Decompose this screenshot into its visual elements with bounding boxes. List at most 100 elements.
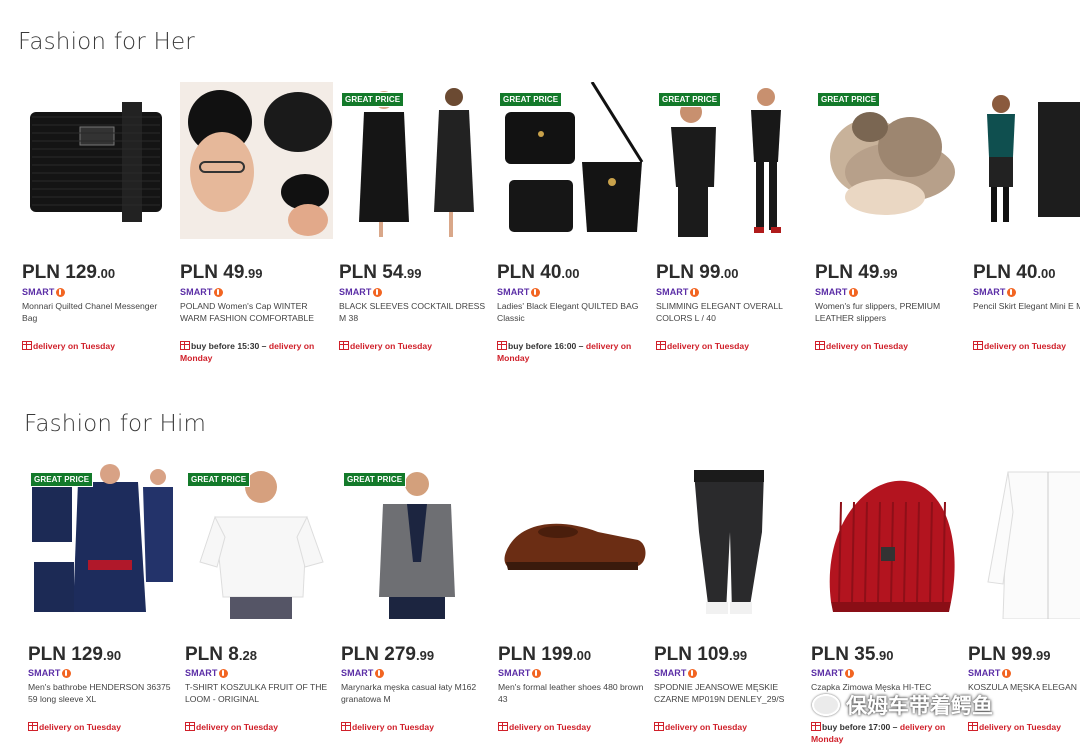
product-card[interactable]: PLN 199.00 SMART Men's formal leather shoe… [498,462,655,754]
smart-label: SMART [656,287,699,297]
delivery-info: delivery on Tuesday [498,721,648,733]
delivery-day: delivery on Tuesday [39,722,121,732]
gift-icon [180,341,190,350]
delivery-info: delivery on Tuesday [185,721,335,733]
price-currency: PLN [968,644,1012,665]
product-image[interactable] [180,82,333,239]
product-card[interactable]: GREAT PRICE PLN 129.90 SMART Men's bathrobe… [28,462,185,754]
smart-label: SMART [497,287,540,297]
product-price: PLN 49.99 [815,262,898,284]
product-card[interactable]: GREAT PRICE PLN 279.99 SMART Marynarka męsk… [341,462,498,754]
product-card[interactable]: GREAT PRICE PLN 8.28 SMART T-SHIRT KOSZULKA… [185,462,342,754]
smart-bolt-icon [372,287,382,297]
product-image[interactable] [973,82,1080,239]
smart-bolt-icon [844,668,854,678]
product-image[interactable] [498,462,651,619]
smart-bolt-icon [530,287,540,297]
product-image[interactable] [654,462,807,619]
price-currency: PLN [973,262,1017,283]
product-price: PLN 279.99 [341,644,434,666]
gift-icon [341,722,351,731]
product-card[interactable]: GREAT PRICE PLN 40.00 SMART Ladies' Black E… [497,82,654,382]
price-fraction: .99 [728,648,748,663]
price-integer: 199 [541,644,573,665]
product-card[interactable]: GREAT PRICE PLN 99.00 SMART SLIMMING ELEGAN… [656,82,813,382]
product-name-link[interactable]: SLIMMING ELEGANT OVERALL COLORS L / 40 [656,301,806,324]
price-currency: PLN [341,644,385,665]
product-name-link[interactable]: BLACK SLEEVES COCKTAIL DRESS M 38 [339,301,489,324]
smart-label: SMART [341,668,384,678]
smart-label: SMART [654,668,697,678]
delivery-day: delivery on Tuesday [33,341,115,351]
price-integer: 99 [1011,644,1033,665]
product-card[interactable]: GREAT PRICE PLN 54.99 SMART BLACK SLEEVES C… [339,82,496,382]
smart-bolt-icon [374,668,384,678]
product-name-link[interactable]: Women's fur slippers, PREMIUM LEATHER sl… [815,301,965,324]
delivery-info: delivery on Tuesday [656,340,806,352]
product-image[interactable] [811,462,964,619]
delivery-day: delivery on Tuesday [350,341,432,351]
product-name-link[interactable]: Men's formal leather shoes 480 brown 43 [498,682,648,705]
smart-label: SMART [968,668,1011,678]
delivery-cutoff: buy before 15:30 – [191,341,269,351]
smart-label: SMART [811,668,854,678]
price-fraction: .99 [415,648,435,663]
smart-text: SMART [22,287,55,297]
price-integer: 49 [223,262,245,283]
delivery-info: buy before 17:00 – delivery on Monday [811,721,961,745]
product-name-link[interactable]: Marynarka męska casual łaty M162 granato… [341,682,491,705]
product-card[interactable]: PLN 49.99 SMART POLAND Women's Cap WINTER … [180,82,337,382]
delivery-info: delivery on Tuesday [341,721,491,733]
smart-bolt-icon [1006,287,1016,297]
delivery-day: delivery on Tuesday [979,722,1061,732]
delivery-info: delivery on Tuesday [815,340,965,352]
delivery-info: delivery on Tuesday [968,721,1080,733]
product-name-link[interactable]: Ladies' Black Elegant QUILTED BAG Classi… [497,301,647,324]
delivery-day: delivery on Tuesday [509,722,591,732]
price-currency: PLN [811,644,855,665]
product-name-link[interactable]: Pencil Skirt Elegant Mini E MORAJ S [973,301,1080,313]
product-name-link[interactable]: POLAND Women's Cap WINTER WARM FASHION C… [180,301,330,324]
great-price-badge: GREAT PRICE [30,472,94,487]
price-currency: PLN [28,644,72,665]
delivery-info: buy before 16:00 – delivery on Monday [497,340,647,364]
gift-icon [973,341,983,350]
delivery-day: delivery on Tuesday [665,722,747,732]
product-name-link[interactable]: SPODNIE JEANSOWE MĘSKIE CZARNE MP019N DE… [654,682,804,705]
product-price: PLN 99.99 [968,644,1051,666]
price-fraction: .90 [875,648,894,663]
product-card[interactable]: PLN 109.99 SMART SPODNIE JEANSOWE MĘSKIE C… [654,462,811,754]
product-card[interactable]: PLN 129.00 SMART Monnari Quilted Chanel Me… [22,82,179,382]
delivery-info: buy before 15:30 – delivery on Monday [180,340,330,364]
smart-label: SMART [498,668,541,678]
product-name-link[interactable]: Men's bathrobe HENDERSON 36375 59 long s… [28,682,178,705]
wechat-icon [812,694,840,716]
gift-icon [28,722,38,731]
price-integer: 129 [65,262,97,283]
product-card[interactable]: PLN 40.00 SMART Pencil Skirt Elegant Mini … [973,82,1080,382]
price-integer: 8 [228,644,239,665]
great-price-badge: GREAT PRICE [817,92,881,107]
price-fraction: .99 [1032,648,1051,663]
smart-label: SMART [180,287,223,297]
gift-icon [656,341,666,350]
product-image[interactable] [22,82,175,239]
smart-text: SMART [339,287,372,297]
watermark: 保姆车带着鳄鱼 [812,690,993,720]
smart-text: SMART [498,668,531,678]
price-fraction: .99 [879,266,898,281]
smart-label: SMART [815,287,858,297]
smart-label: SMART [22,287,65,297]
smart-text: SMART [656,287,689,297]
product-name-link[interactable]: T-SHIRT KOSZULKA FRUIT OF THE LOOM - ORI… [185,682,335,705]
price-currency: PLN [339,262,383,283]
price-fraction: .00 [561,266,580,281]
price-currency: PLN [815,262,859,283]
product-price: PLN 99.00 [656,262,739,284]
product-card[interactable]: GREAT PRICE PLN 49.99 SMART Women's fur sli… [815,82,972,382]
product-price: PLN 40.00 [497,262,580,284]
product-image[interactable] [968,462,1080,619]
product-name-link[interactable]: Monnari Quilted Chanel Messenger Bag [22,301,172,324]
price-fraction: .00 [720,266,739,281]
price-currency: PLN [498,644,542,665]
